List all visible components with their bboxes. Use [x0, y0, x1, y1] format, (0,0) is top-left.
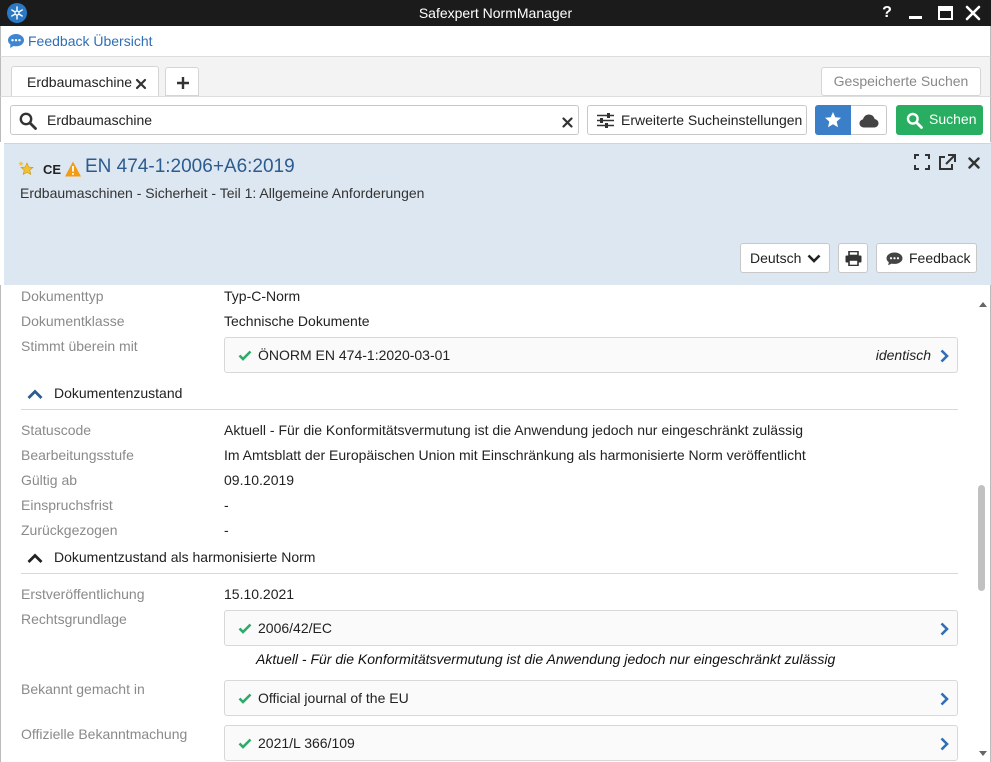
- scrollbar-thumb[interactable]: [978, 485, 985, 591]
- warning-icon: [65, 161, 81, 177]
- chevron-right-icon: [940, 692, 949, 706]
- legal-basis-link[interactable]: 2006/42/EC: [224, 610, 958, 646]
- objection-label: Einspruchsfrist: [21, 497, 113, 513]
- chevron-right-icon: [940, 622, 949, 636]
- published-in-link[interactable]: Official journal of the EU: [224, 680, 958, 716]
- stage-label: Bearbeitungsstufe: [21, 447, 134, 463]
- valid-from-label: Gültig ab: [21, 472, 78, 488]
- check-icon: [238, 738, 252, 749]
- feedback-row: Feedback Übersicht: [0, 26, 991, 56]
- language-value: Deutsch: [750, 250, 802, 266]
- doc-class-value: Technische Dokumente: [224, 313, 370, 329]
- close-window-button[interactable]: [962, 3, 984, 23]
- chevron-right-icon: [940, 349, 949, 363]
- stage-value: Im Amtsblatt der Europäischen Union mit …: [224, 447, 806, 463]
- published-in-value: Official journal of the EU: [258, 690, 409, 706]
- section-harmonized-state[interactable]: Dokumentzustand als harmonisierte Norm: [21, 547, 958, 574]
- printer-icon: [845, 251, 862, 266]
- doc-class-label: Dokumentklasse: [21, 313, 125, 329]
- document-details: Dokumenttyp Typ-C-Norm Dokumentklasse Te…: [0, 285, 991, 762]
- feedback-button[interactable]: Feedback: [876, 243, 977, 273]
- first-publication-label: Erstveröffentlichung: [21, 586, 145, 602]
- search-row: Erweiterte Sucheinstellungen Suchen: [0, 96, 991, 142]
- advanced-search-settings-button[interactable]: Erweiterte Sucheinstellungen: [587, 105, 807, 135]
- print-button[interactable]: [838, 243, 868, 273]
- legal-basis-value: 2006/42/EC: [258, 620, 332, 636]
- feedback-button-label: Feedback: [909, 250, 971, 266]
- tab-label: Erdbaumaschine: [27, 74, 133, 90]
- add-tab-button[interactable]: [165, 67, 199, 96]
- expand-icon[interactable]: [914, 154, 930, 173]
- star-icon: [825, 112, 841, 128]
- chat-bubble-icon: [886, 252, 903, 266]
- first-publication-value: 15.10.2021: [224, 586, 295, 602]
- check-icon: [238, 623, 252, 634]
- section-document-state[interactable]: Dokumentenzustand: [21, 383, 958, 410]
- plus-icon: [177, 77, 189, 89]
- official-notice-value: 2021/L 366/109: [258, 735, 355, 751]
- official-notice-label: Offizielle Bekanntmachung: [21, 726, 188, 742]
- close-document-icon[interactable]: [968, 156, 980, 172]
- search-box: [10, 105, 579, 135]
- cloud-button[interactable]: [851, 105, 887, 135]
- withdrawn-label: Zurückgezogen: [21, 522, 118, 538]
- matches-link[interactable]: ÖNORM EN 474-1:2020-03-01 identisch: [224, 337, 958, 373]
- document-title: EN 474-1:2006+A6:2019: [85, 156, 295, 177]
- scroll-up-arrow-icon[interactable]: [979, 294, 987, 310]
- open-external-icon[interactable]: [938, 154, 956, 174]
- section-harmonized-state-title: Dokumentzustand als harmonisierte Norm: [54, 549, 316, 565]
- title-bar: Safexpert NormManager ?: [0, 0, 991, 26]
- check-icon: [238, 693, 252, 704]
- valid-from-value: 09.10.2019: [224, 472, 295, 488]
- published-in-label: Bekannt gemacht in: [21, 681, 145, 697]
- help-button[interactable]: ?: [876, 3, 898, 23]
- favorites-button[interactable]: [815, 105, 851, 135]
- chat-bubble-icon: [7, 33, 25, 52]
- objection-value: -: [224, 497, 229, 513]
- chevron-down-icon: [807, 254, 821, 263]
- ce-mark-icon: CE: [43, 162, 61, 177]
- language-select[interactable]: Deutsch: [740, 243, 830, 273]
- saved-searches-button[interactable]: Gespeicherte Suchen: [821, 67, 981, 96]
- matches-label: Stimmt überein mit: [21, 338, 138, 354]
- document-subtitle: Erdbaumaschinen - Sicherheit - Teil 1: A…: [20, 185, 425, 201]
- search-icon: [906, 112, 923, 129]
- withdrawn-value: -: [224, 522, 229, 538]
- doc-type-label: Dokumenttyp: [21, 288, 104, 304]
- tab-bar: Erdbaumaschine Gespeicherte Suchen: [0, 56, 991, 97]
- search-button-label: Suchen: [929, 111, 977, 127]
- harmonized-star-icon: [18, 161, 34, 176]
- chevron-up-icon: [27, 389, 43, 399]
- sliders-icon: [597, 113, 614, 128]
- check-icon: [238, 350, 252, 361]
- advanced-search-label: Erweiterte Sucheinstellungen: [621, 112, 803, 128]
- section-document-state-title: Dokumentenzustand: [54, 385, 183, 401]
- matches-value: ÖNORM EN 474-1:2020-03-01: [258, 347, 451, 363]
- minimize-button[interactable]: [905, 3, 927, 23]
- legal-basis-note: Aktuell - Für die Konformitätsvermutung …: [256, 651, 836, 667]
- document-status-icons: CE: [18, 160, 82, 181]
- chevron-up-icon: [27, 553, 43, 563]
- status-label: Statuscode: [21, 422, 92, 438]
- clear-search-icon[interactable]: [562, 115, 573, 131]
- search-button[interactable]: Suchen: [896, 105, 983, 135]
- maximize-button[interactable]: [934, 3, 956, 23]
- search-input[interactable]: [47, 110, 547, 130]
- close-tab-icon[interactable]: [135, 77, 147, 93]
- document-header: CE EN 474-1:2006+A6:2019 Erdbaumaschinen…: [4, 143, 991, 285]
- feedback-overview-link[interactable]: Feedback Übersicht: [28, 33, 153, 49]
- legal-basis-label: Rechtsgrundlage: [21, 611, 127, 627]
- window-title: Safexpert NormManager: [418, 5, 573, 21]
- status-value: Aktuell - Für die Konformitätsvermutung …: [224, 422, 803, 438]
- tab-erdbaumaschine[interactable]: Erdbaumaschine: [11, 66, 159, 97]
- search-icon: [19, 112, 37, 133]
- chevron-right-icon: [940, 737, 949, 751]
- official-notice-link[interactable]: 2021/L 366/109: [224, 725, 958, 761]
- matches-relation: identisch: [875, 347, 931, 363]
- scroll-down-arrow-icon[interactable]: [979, 744, 987, 760]
- doc-type-value: Typ-C-Norm: [224, 288, 301, 304]
- cloud-icon: [859, 114, 879, 128]
